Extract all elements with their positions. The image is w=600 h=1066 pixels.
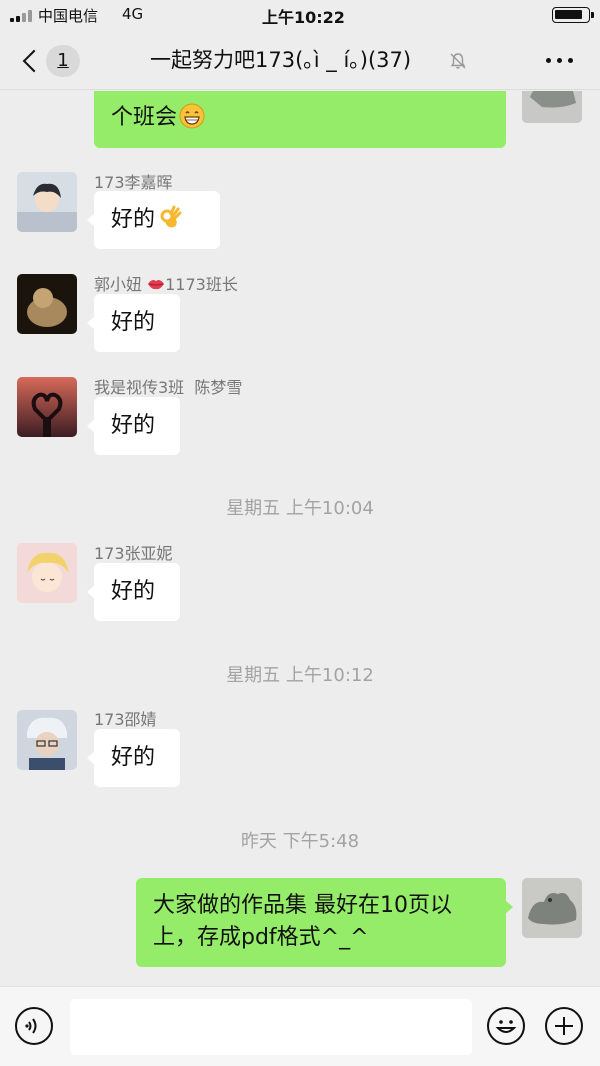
message-text: 好的 [111, 413, 156, 438]
mute-bell-icon [450, 53, 466, 69]
chat-title: 一起努力吧173(｡ì _ í｡)(37) [150, 48, 412, 72]
avatar[interactable] [17, 274, 77, 334]
message-bubble[interactable]: 好的 [87, 294, 180, 352]
input-bar [0, 986, 600, 1066]
chat-message-list[interactable]: 个班会 173李嘉晖 好的 郭小妞 1173班长 好的 我是视传3班 陈梦雪 好… [0, 91, 600, 986]
message-bubble-outgoing[interactable]: 大家做的作品集 最好在10页以上，存成pdf格式^_^ [136, 878, 513, 967]
avatar[interactable] [17, 377, 77, 437]
network-type: 4G [122, 5, 144, 23]
message-text: 个班会 [111, 105, 178, 130]
timestamp: 昨天 下午5:48 [240, 831, 360, 852]
avatar[interactable] [17, 543, 77, 603]
add-attachment-icon[interactable] [545, 1007, 583, 1045]
emoji-picker-icon[interactable] [487, 1007, 525, 1045]
sender-name: 173张亚妮 [94, 544, 173, 563]
my-avatar[interactable] [522, 878, 582, 938]
avatar[interactable] [17, 710, 77, 770]
sender-name: 173李嘉晖 [94, 173, 173, 192]
chat-header: 1 一起努力吧173(｡ì _ í｡)(37) [0, 30, 600, 90]
timestamp: 星期五 上午10:04 [226, 498, 374, 519]
back-icon[interactable] [20, 48, 44, 74]
more-options-icon[interactable] [546, 58, 574, 64]
timestamp: 星期五 上午10:12 [226, 665, 374, 686]
voice-input-icon[interactable] [15, 1007, 53, 1045]
message-bubble[interactable]: 好的 [87, 191, 220, 249]
message-bubble-outgoing[interactable]: 个班会 [94, 91, 506, 148]
avatar[interactable] [17, 172, 77, 232]
lips-icon [148, 280, 165, 290]
message-text: 大家做的作品集 最好在10页以上，存成pdf格式^_^ [153, 893, 452, 950]
status-time: 上午10:22 [262, 8, 345, 27]
grinning-emoji-icon [179, 103, 205, 129]
ok-hand-emoji-icon [160, 205, 182, 228]
carrier-name: 中国电信 [38, 7, 99, 25]
message-text: 好的 [111, 207, 156, 232]
message-input[interactable] [70, 999, 472, 1055]
sender-name: 173邵婧 [94, 710, 157, 729]
message-bubble[interactable]: 好的 [87, 397, 180, 455]
message-text: 好的 [111, 579, 156, 604]
message-text: 好的 [111, 745, 156, 770]
signal-icon [10, 10, 34, 22]
my-avatar[interactable] [522, 91, 582, 123]
sender-name: 我是视传3班 陈梦雪 [94, 378, 243, 397]
message-text: 好的 [111, 310, 156, 335]
battery-icon [552, 7, 594, 23]
status-bar: 中国电信 4G 上午10:22 [0, 0, 600, 30]
message-bubble[interactable]: 好的 [87, 729, 180, 787]
unread-count-badge[interactable]: 1 [46, 45, 80, 77]
sender-name: 郭小妞 1173班长 [94, 275, 238, 294]
message-bubble[interactable]: 好的 [87, 563, 180, 621]
